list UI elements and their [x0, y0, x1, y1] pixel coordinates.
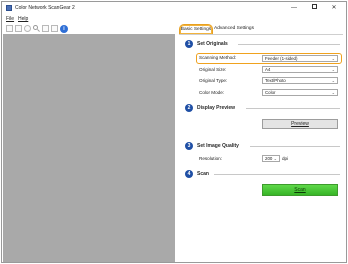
tab-divider [179, 34, 343, 35]
chevron-down-icon: ⌄ [331, 90, 335, 95]
original-size-select[interactable]: A4 ⌄ [262, 66, 338, 73]
resolution-select[interactable]: 200 ⌄ [262, 155, 280, 162]
section-title-set-image-quality: Set Image Quality [197, 143, 239, 149]
blank-page-icon[interactable] [15, 25, 22, 32]
section-2-rule [246, 108, 340, 109]
new-page-icon[interactable] [6, 25, 13, 32]
section-title-scan: Scan [197, 171, 209, 177]
color-mode-select[interactable]: Color ⌄ [262, 89, 338, 96]
scanning-method-value: Feeder (1-sided) [265, 56, 298, 61]
info-icon[interactable]: i [60, 25, 68, 33]
section-4-rule [214, 174, 340, 175]
resolution-label: Resolution: [199, 156, 222, 161]
menu-file[interactable]: File [6, 16, 14, 22]
section-1-rule [238, 44, 340, 45]
chevron-down-icon: ⌄ [331, 78, 335, 83]
chevron-down-icon: ⌄ [273, 156, 277, 161]
chevron-down-icon: ⌄ [331, 67, 335, 72]
app-icon [6, 5, 12, 11]
section-3-badge: 3 [185, 142, 193, 150]
section-3-rule [250, 146, 340, 147]
color-mode-value: Color [265, 90, 276, 95]
tab-advanced-settings[interactable]: Advanced Settings [214, 24, 254, 34]
section-title-display-preview: Display Preview [197, 105, 236, 111]
original-type-label: Original Type: [199, 78, 228, 83]
maximize-button[interactable] [305, 3, 323, 13]
title-bar: Color Network ScanGear 2 — ✕ [2, 2, 346, 14]
scan-button[interactable]: Scan [262, 184, 338, 196]
section-2-badge: 2 [185, 104, 193, 112]
copy-alt-icon[interactable] [51, 25, 58, 32]
maximize-icon [311, 4, 317, 10]
preview-button[interactable]: Preview [262, 119, 338, 129]
original-type-select[interactable]: Text/Photo ⌄ [262, 77, 338, 84]
section-title-set-originals: Set Originals [197, 41, 228, 47]
minimize-button[interactable]: — [285, 3, 303, 13]
toolbar: i [2, 23, 174, 34]
resolution-value: 200 [265, 156, 273, 161]
tab-basic-settings[interactable]: Basic Settings [179, 24, 213, 34]
section-1-badge: 1 [185, 40, 193, 48]
menu-help[interactable]: Help [18, 16, 28, 22]
tab-bar: Basic Settings Advanced Settings [176, 23, 346, 35]
original-size-label: Original Size: [199, 67, 227, 72]
preview-area[interactable] [3, 34, 175, 262]
scan-button-label: Scan [294, 187, 306, 193]
preview-button-label: Preview [291, 121, 309, 127]
original-size-value: A4 [265, 67, 271, 72]
close-button[interactable]: ✕ [325, 3, 343, 13]
settings-panel: Basic Settings Advanced Settings 1 Set O… [176, 23, 346, 262]
chevron-down-icon: ⌄ [331, 56, 335, 61]
scanning-method-label: Scanning Method: [199, 55, 237, 60]
scangear-window: Color Network ScanGear 2 — ✕ File Help i… [1, 1, 347, 263]
scanning-method-select[interactable]: Feeder (1-sided) ⌄ [262, 55, 338, 62]
copy-icon[interactable] [42, 25, 49, 32]
menu-bar: File Help [2, 14, 346, 23]
color-mode-label: Color Mode: [199, 90, 225, 95]
rotate-icon[interactable] [24, 25, 31, 32]
zoom-icon[interactable] [33, 25, 40, 32]
original-type-value: Text/Photo [265, 78, 286, 83]
section-4-badge: 4 [185, 170, 193, 178]
window-title: Color Network ScanGear 2 [15, 5, 75, 11]
resolution-unit: dpi [282, 156, 289, 161]
